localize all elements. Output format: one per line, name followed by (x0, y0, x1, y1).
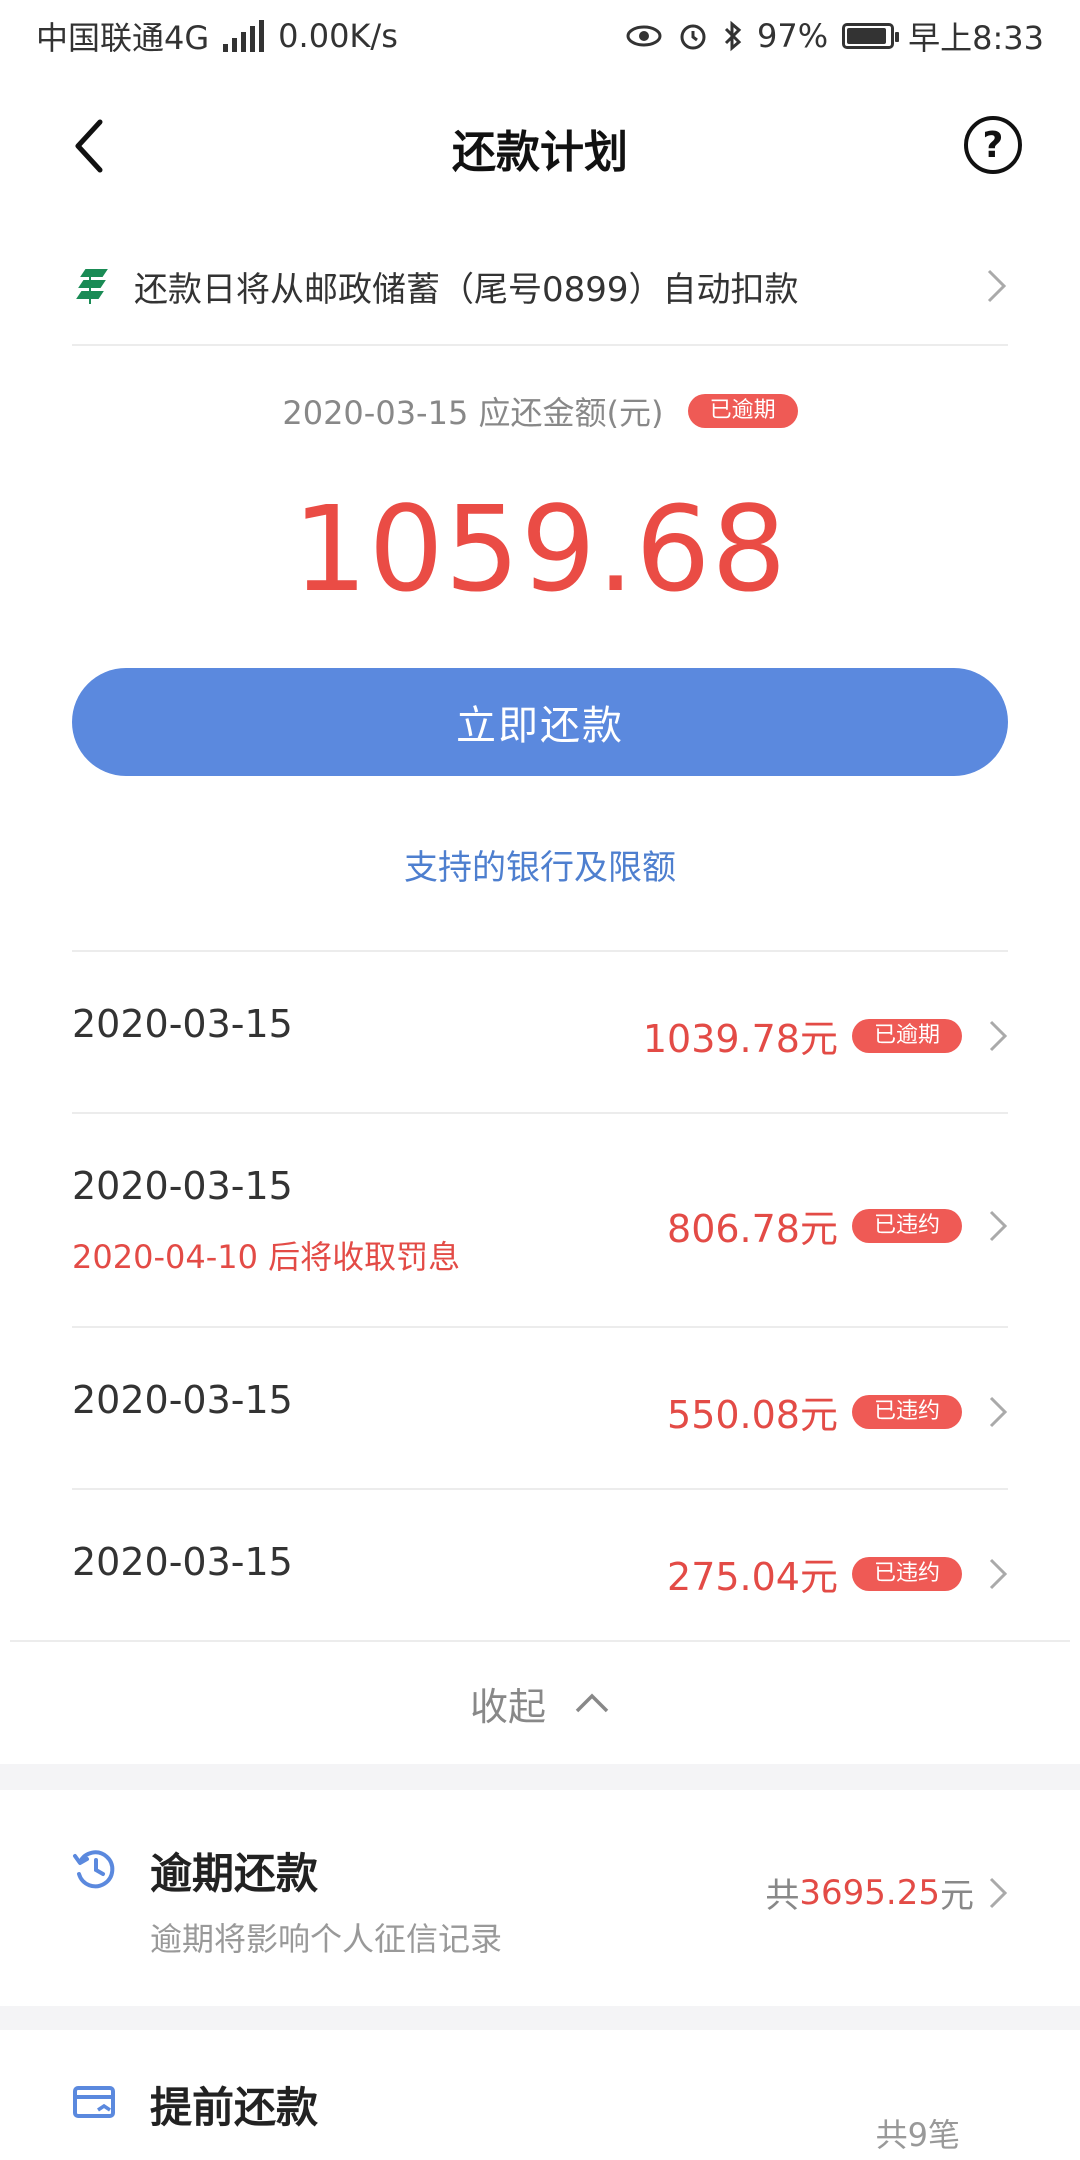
battery-icon (842, 23, 900, 49)
chevron-right-icon (987, 269, 1007, 303)
plan-row[interactable]: 2020-03-15 275.04元 已违约 (72, 1488, 1008, 1650)
overdue-title: 逾期还款 (150, 1849, 319, 1898)
collapse-label: 收起 (469, 1684, 546, 1729)
signal-icon (223, 20, 265, 52)
prepay-count: 共9笔 (875, 2116, 960, 2154)
overdue-subtitle: 逾期将影响个人征信记录 (150, 1920, 503, 1958)
page-title: 还款计划 (452, 127, 628, 178)
plan-amount: 1039.78元 (642, 1017, 838, 1061)
chevron-right-icon (989, 1210, 1008, 1241)
chevron-right-icon (989, 1020, 1008, 1051)
autopay-text: 还款日将从邮政储蓄（尾号0899）自动扣款 (134, 269, 799, 310)
plan-date: 2020-03-15 (72, 1164, 293, 1208)
status-badge: 已违约 (851, 1394, 962, 1429)
chevron-right-icon (989, 1877, 1008, 1908)
postal-bank-icon (76, 269, 108, 304)
plan-amount: 806.78元 (667, 1207, 838, 1251)
overdue-total-amount: 3695.25 (799, 1872, 940, 1913)
due-line: 2020-03-15 应还金额(元) 已逾期 (0, 388, 1080, 434)
overdue-repayment-card[interactable]: 逾期还款 逾期将影响个人征信记录 共 3695.25 元 (0, 1790, 1080, 2006)
plan-row[interactable]: 2020-03-15 1039.78元 已逾期 (72, 950, 1008, 1112)
penalty-note: 2020-04-10 后将收取罚息 (72, 1238, 461, 1276)
history-clock-icon (73, 1850, 115, 1889)
carrier-label: 中国联通4G (36, 19, 210, 57)
overdue-total: 共 3695.25 元 (765, 1868, 1008, 1917)
supported-banks-link[interactable]: 支持的银行及限额 (0, 840, 1080, 889)
status-right: 97% 早上8:33 (625, 13, 1044, 59)
prepay-card[interactable]: 提前还款 共9笔 (0, 2030, 1080, 2160)
battery-fill (847, 28, 887, 44)
status-badge: 已逾期 (851, 1018, 962, 1053)
status-left: 中国联通4G 0.00K/s (36, 13, 398, 59)
plan-right: 550.08元 已违约 (667, 1384, 1008, 1439)
prepay-card-icon (73, 2086, 115, 2118)
status-badge: 已违约 (851, 1556, 962, 1591)
due-label: 2020-03-15 应还金额(元) (282, 394, 664, 432)
overdue-badge: 已逾期 (687, 394, 798, 428)
chevron-up-icon (575, 1693, 609, 1713)
overdue-total-prefix: 共 (765, 1876, 800, 1916)
plan-right: 806.78元 已违约 (667, 1198, 1008, 1253)
chevron-right-icon (989, 1396, 1008, 1427)
bluetooth-icon (724, 20, 742, 52)
status-bar: 中国联通4G 0.00K/s 97% 早上8:33 (0, 0, 1080, 72)
help-icon[interactable]: ? (964, 116, 1022, 174)
due-amount: 1059.68 (292, 480, 788, 618)
alarm-icon (680, 24, 706, 50)
overdue-total-suffix: 元 (940, 1876, 974, 1916)
clock: 早上8:33 (908, 19, 1044, 57)
plan-right: 1039.78元 已逾期 (643, 1008, 1008, 1063)
plan-row[interactable]: 2020-03-15 550.08元 已违约 (72, 1326, 1008, 1488)
plan-amount: 275.04元 (667, 1555, 838, 1599)
collapse-toggle[interactable]: 收起 (10, 1640, 1070, 1764)
prepay-title: 提前还款 (150, 2083, 319, 2132)
plan-amount: 550.08元 (667, 1393, 838, 1437)
plan-right: 275.04元 已违约 (667, 1546, 1008, 1601)
plan-date: 2020-03-15 (72, 1540, 293, 1584)
plan-date: 2020-03-15 (72, 1002, 293, 1046)
eye-icon (626, 25, 662, 47)
net-speed: 0.00K/s (278, 17, 398, 55)
plan-list: 2020-03-15 1039.78元 已逾期 2020-03-15 2020-… (72, 950, 1008, 1650)
nav-header: 还款计划 ? (0, 72, 1080, 228)
pay-now-button[interactable]: 立即还款 (72, 668, 1008, 776)
repayment-plan-screen: 中国联通4G 0.00K/s 97% 早上8:33 还款计划 ? 还款日将从邮政… (0, 0, 1080, 2160)
repayment-card: 还款日将从邮政储蓄（尾号0899）自动扣款 2020-03-15 应还金额(元)… (0, 228, 1080, 1764)
chevron-right-icon (989, 1558, 1008, 1589)
plan-date: 2020-03-15 (72, 1378, 293, 1422)
status-badge: 已违约 (851, 1208, 962, 1243)
plan-row[interactable]: 2020-03-15 2020-04-10 后将收取罚息 806.78元 已违约 (72, 1112, 1008, 1326)
battery-percent: 97% (757, 17, 829, 55)
autopay-row[interactable]: 还款日将从邮政储蓄（尾号0899）自动扣款 (72, 228, 1008, 346)
